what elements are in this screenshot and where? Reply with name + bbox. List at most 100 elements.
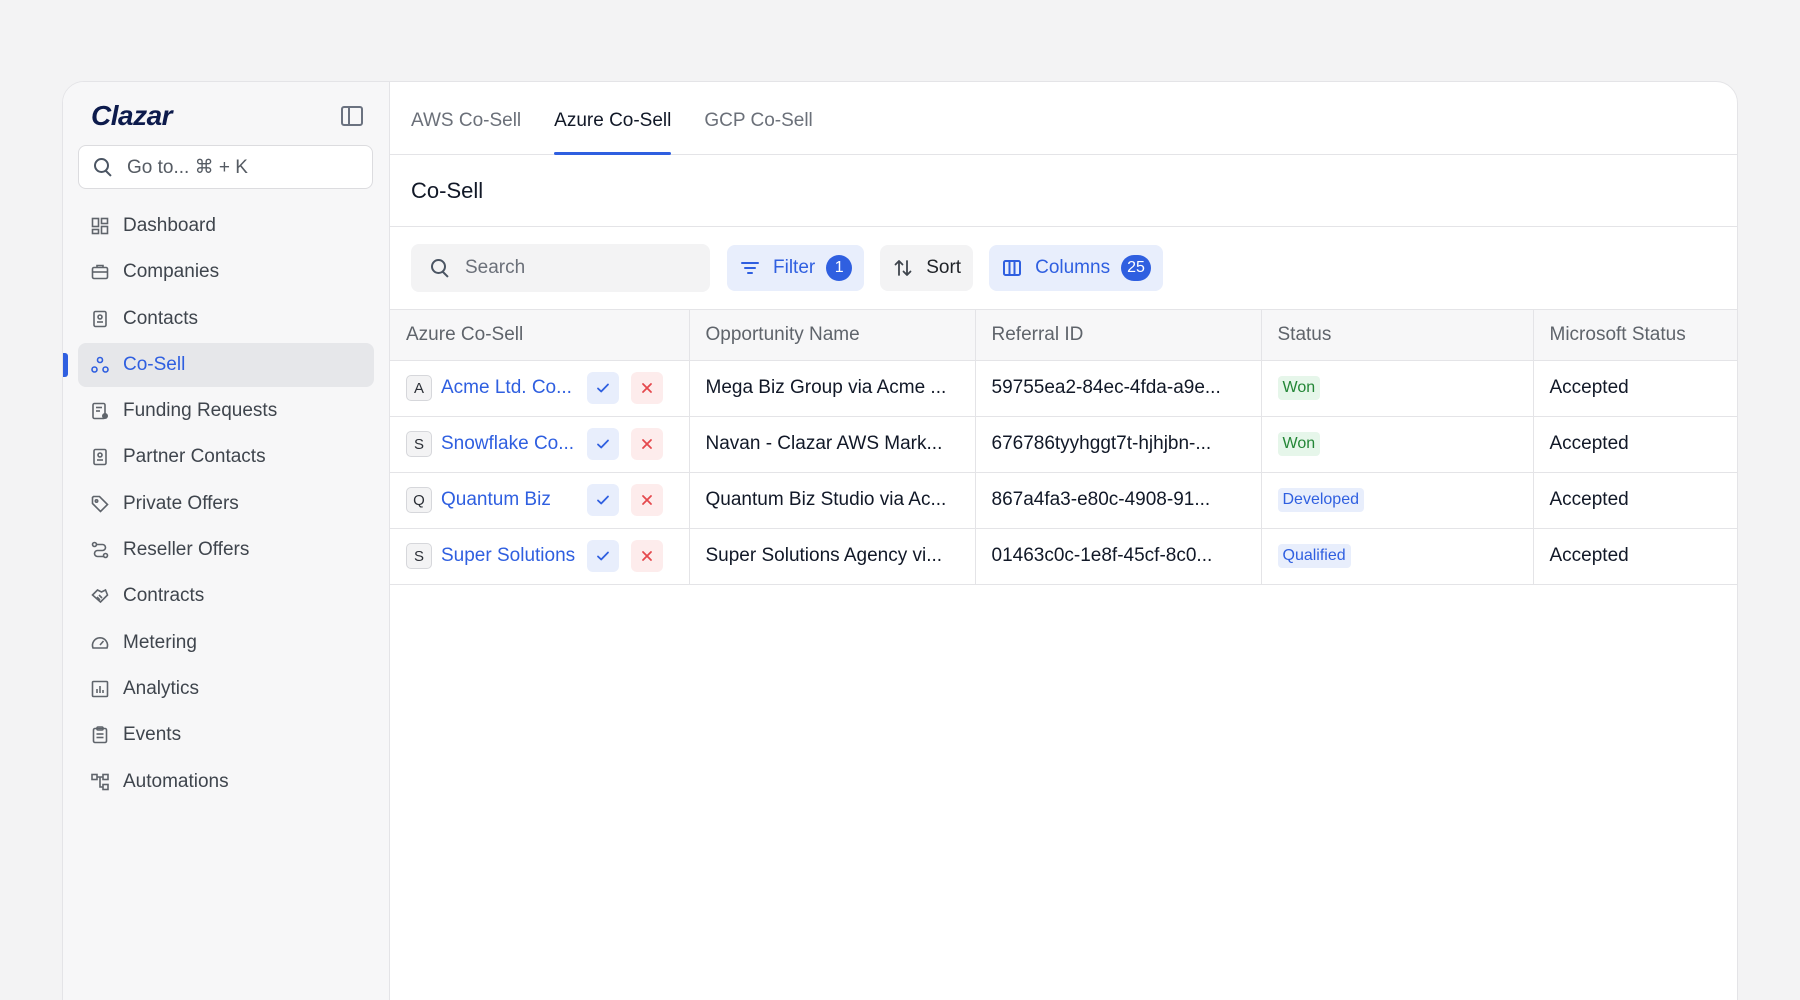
close-icon (642, 551, 652, 561)
sidebar-item-funding-requests[interactable]: Funding Requests (78, 389, 374, 433)
status-cell: Developed (1261, 472, 1534, 529)
microsoft-status: Accepted (1549, 433, 1629, 454)
sidebar-item-private-offers[interactable]: Private Offers (78, 482, 374, 526)
funding-icon (90, 401, 110, 421)
handshake-icon (90, 586, 110, 606)
opportunity-cell: Super Solutions Agency vi... (689, 528, 976, 585)
company-link[interactable]: Super Solutions (441, 545, 581, 567)
reject-button[interactable] (631, 484, 663, 516)
tab-azure-co-sell[interactable]: Azure Co-Sell (554, 110, 672, 155)
filter-count-badge: 1 (826, 255, 853, 281)
sidebar-item-contacts[interactable]: Contacts (78, 297, 374, 341)
sidebar-item-label: Analytics (123, 677, 200, 699)
sidebar-item-label: Contracts (123, 585, 205, 607)
opportunity-cell: Quantum Biz Studio via Ac... (689, 472, 976, 529)
check-icon (597, 383, 609, 393)
column-header[interactable]: Status (1261, 310, 1534, 361)
referral-id: 59755ea2-84ec-4fda-a9e... (991, 377, 1221, 398)
sort-button[interactable]: Sort (880, 245, 974, 291)
sidebar-item-label: Companies (123, 261, 220, 283)
toolbar: Search Filter 1 Sort Columns 25 (390, 227, 1737, 310)
status-cell: Qualified (1261, 528, 1534, 585)
opportunity-cell: Navan - Clazar AWS Mark... (689, 416, 976, 473)
company-cell: Q Quantum Biz (390, 472, 690, 529)
dashboard-icon (90, 216, 110, 236)
sidebar-item-label: Events (123, 724, 182, 746)
microsoft-status-cell: Accepted (1533, 360, 1737, 417)
microsoft-status: Accepted (1549, 489, 1629, 510)
main-content: AWS Co-Sell Azure Co-Sell GCP Co-Sell Co-S… (390, 82, 1737, 1000)
sidebar-item-metering[interactable]: Metering (78, 621, 374, 665)
sort-label: Sort (926, 257, 962, 278)
accept-button[interactable] (587, 484, 619, 516)
sidebar-item-dashboard[interactable]: Dashboard (78, 204, 374, 248)
microsoft-status-cell: Accepted (1533, 472, 1737, 529)
gauge-icon (90, 633, 110, 653)
status-cell: Won (1261, 416, 1534, 473)
sidebar-item-label: Co-Sell (123, 353, 186, 375)
search-input[interactable]: Search (411, 244, 710, 292)
sidebar-item-partner-contacts[interactable]: Partner Contacts (78, 435, 374, 479)
logo: Clazar (91, 100, 173, 131)
table-row[interactable]: A Acme Ltd. Co... Mega Biz Group via Acme … (390, 360, 1737, 417)
opportunity-cell: Mega Biz Group via Acme ... (689, 360, 976, 417)
route-icon (90, 540, 110, 560)
tab-aws-co-sell[interactable]: AWS Co-Sell (411, 110, 521, 154)
table-row[interactable]: S Snowflake Co... Navan - Clazar AWS Mark.… (390, 416, 1737, 473)
column-header[interactable]: Referral ID (975, 310, 1262, 361)
table-row[interactable]: Q Quantum Biz Quantum Biz Studio via Ac...… (390, 472, 1737, 529)
column-header[interactable]: Opportunity Name (689, 310, 976, 361)
sidebar-item-label: Private Offers (123, 492, 239, 514)
goto-search-input[interactable]: Go to... ⌘ + K (78, 145, 373, 189)
close-icon (642, 495, 652, 505)
contact-card-icon (90, 447, 110, 467)
company-link[interactable]: Acme Ltd. Co... (441, 377, 581, 399)
status-badge: Developed (1277, 488, 1364, 512)
sidebar-item-reseller-offers[interactable]: Reseller Offers (78, 528, 374, 572)
reject-button[interactable] (631, 372, 663, 404)
accept-button[interactable] (587, 540, 619, 572)
referral-id: 01463c0c-1e8f-45cf-8c0... (991, 545, 1213, 566)
sidebar-item-analytics[interactable]: Analytics (78, 667, 374, 711)
sidebar-item-companies[interactable]: Companies (78, 250, 374, 294)
status-cell: Won (1261, 360, 1534, 417)
status-badge: Qualified (1277, 544, 1351, 568)
sidebar-item-label: Funding Requests (123, 400, 278, 422)
sidebar-toggle-icon[interactable] (341, 106, 363, 126)
company-link[interactable]: Quantum Biz (441, 489, 581, 511)
microsoft-status: Accepted (1549, 545, 1629, 566)
table-row[interactable]: S Super Solutions Super Solutions Agency v… (390, 528, 1737, 585)
goto-placeholder: Go to... ⌘ + K (127, 156, 248, 178)
search-icon (431, 259, 449, 277)
close-icon (642, 439, 652, 449)
sidebar-item-events[interactable]: Events (78, 713, 374, 757)
sidebar-item-label: Automations (123, 770, 229, 792)
sidebar-item-label: Dashboard (123, 215, 216, 236)
check-icon (597, 495, 609, 505)
company-link[interactable]: Snowflake Co... (441, 433, 581, 455)
opportunity-name: Super Solutions Agency vi... (705, 545, 943, 566)
workflow-icon (90, 772, 110, 792)
referral-id: 676786tyyhggt7t-hjhjbn-... (991, 433, 1212, 454)
tab-gcp-co-sell[interactable]: GCP Co-Sell (704, 110, 812, 154)
accept-button[interactable] (587, 428, 619, 460)
columns-button[interactable]: Columns 25 (989, 245, 1163, 291)
sidebar-item-automations[interactable]: Automations (78, 760, 374, 804)
accept-button[interactable] (587, 372, 619, 404)
referral-id: 867a4fa3-e80c-4908-91... (991, 489, 1211, 510)
opportunity-name: Navan - Clazar AWS Mark... (705, 433, 943, 454)
status-badge: Won (1277, 376, 1321, 400)
tag-icon (90, 494, 110, 514)
column-header[interactable]: Microsoft Status (1533, 310, 1737, 361)
filter-label: Filter (773, 257, 816, 278)
sidebar-item-contracts[interactable]: Contracts (78, 574, 374, 618)
avatar: A (406, 375, 432, 401)
column-header[interactable]: Azure Co-Sell (390, 310, 690, 361)
sidebar-item-co-sell[interactable]: Co-Sell (63, 342, 374, 387)
filter-button[interactable]: Filter 1 (727, 245, 865, 291)
reject-button[interactable] (631, 428, 663, 460)
columns-icon (1001, 257, 1023, 279)
reject-button[interactable] (631, 540, 663, 572)
sidebar-item-label: Reseller Offers (123, 539, 250, 561)
briefcase-icon (90, 262, 110, 282)
